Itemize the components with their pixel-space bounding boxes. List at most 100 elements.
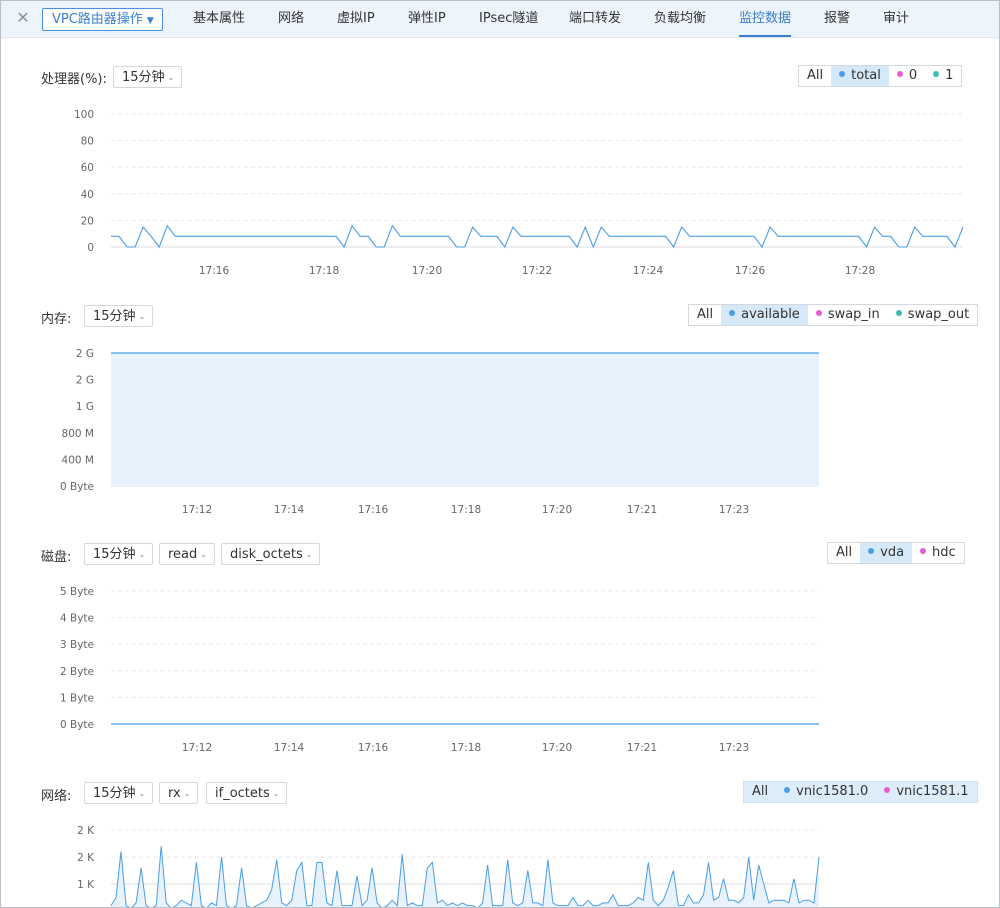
legend-item-vnic1581-1[interactable]: vnic1581.1	[876, 782, 976, 802]
disk-metric-select[interactable]: disk_octets ⌄	[221, 543, 321, 565]
tab-ipsec-tunnel[interactable]: IPsec隧道	[479, 1, 538, 37]
select-value: 15分钟	[93, 309, 136, 324]
legend-item-0[interactable]: 0	[889, 66, 925, 86]
legend-label: 1	[945, 68, 954, 83]
network-chart: 1 K 2 K 2 K	[77, 825, 820, 907]
cpu-x-tick-label: 17:18	[309, 265, 339, 277]
legend-label: vnic1581.0	[796, 784, 869, 799]
legend-dot-icon	[933, 71, 940, 77]
chevron-down-icon: ⌄	[167, 73, 175, 82]
memory-y-tick-label: 1 G	[76, 401, 94, 413]
cpu-x-tick-label: 17:22	[522, 265, 552, 277]
memory-x-tick-label: 17:20	[542, 504, 572, 516]
legend-label: vda	[880, 545, 905, 560]
chevron-down-icon: ▼	[146, 16, 154, 26]
disk-y-tick-label: 0 Byte	[60, 719, 94, 731]
cpu-y-tick-label: 0	[87, 242, 94, 254]
disk-x-tick-label: 17:23	[719, 742, 749, 754]
disk-x-tick-label: 17:18	[451, 742, 481, 754]
disk-y-tick-label: 1 Byte	[60, 692, 94, 704]
close-icon[interactable]: ✕	[15, 10, 31, 26]
chevron-down-icon: ⌄	[138, 312, 146, 321]
cpu-x-tick-label: 17:20	[412, 265, 442, 277]
memory-timerange-select[interactable]: 15分钟 ⌄	[84, 305, 154, 327]
disk-y-tick-label: 2 Byte	[60, 666, 94, 678]
disk-x-tick-label: 17:20	[542, 742, 572, 754]
legend-item-vnic1581-0[interactable]: vnic1581.0	[776, 782, 876, 802]
cpu-x-tick-label: 17:16	[199, 265, 230, 277]
tab-label: 报警	[824, 11, 851, 26]
memory-x-tick-label: 17:14	[274, 504, 305, 516]
disk-x-tick-label: 17:21	[627, 742, 657, 754]
legend-label: All	[752, 784, 769, 799]
cpu-x-tick-label: 17:28	[845, 265, 875, 277]
disk-direction-select[interactable]: read ⌄	[159, 543, 215, 565]
legend-label: All	[836, 545, 853, 560]
tab-virtual-ip[interactable]: 虚拟IP	[337, 1, 375, 37]
cpu-legend: All total 0 1	[798, 65, 963, 87]
network-legend: All vnic1581.0 vnic1581.1	[743, 781, 978, 803]
chevron-down-icon: ⌄	[183, 789, 191, 798]
legend-item-1[interactable]: 1	[925, 66, 961, 86]
select-value: rx	[168, 786, 181, 801]
tab-elastic-ip[interactable]: 弹性IP	[408, 1, 446, 37]
network-section-label: 网络:	[41, 789, 72, 804]
legend-dot-icon	[868, 548, 875, 554]
tab-audit[interactable]: 审计	[883, 1, 909, 37]
chevron-down-icon: ⌄	[138, 789, 146, 798]
select-value: disk_octets	[230, 547, 303, 562]
select-value: read	[168, 547, 198, 562]
legend-item-all[interactable]: All	[689, 305, 721, 325]
vpc-router-ops-button[interactable]: VPC路由器操作 ▼	[42, 8, 163, 31]
tab-port-forwarding[interactable]: 端口转发	[569, 1, 621, 37]
disk-legend: All vda hdc	[827, 542, 965, 564]
legend-item-all[interactable]: All	[744, 782, 776, 802]
legend-label: hdc	[932, 545, 956, 560]
tab-load-balancing[interactable]: 负载均衡	[654, 1, 706, 37]
legend-item-available[interactable]: available	[721, 305, 808, 325]
legend-label: All	[697, 307, 714, 322]
memory-y-tick-label: 800 M	[62, 428, 94, 440]
disk-y-tick-label: 5 Byte	[60, 586, 94, 598]
cpu-y-tick-label: 40	[81, 189, 94, 201]
tab-label: 弹性IP	[408, 11, 446, 26]
tab-label: IPsec隧道	[479, 11, 539, 26]
cpu-x-tick-label: 17:26	[735, 265, 766, 277]
legend-label: total	[851, 68, 881, 83]
network-y-tick-label: 1 K	[77, 879, 95, 891]
legend-dot-icon	[784, 787, 791, 793]
legend-item-all[interactable]: All	[799, 66, 831, 86]
legend-item-all[interactable]: All	[828, 543, 860, 563]
legend-dot-icon	[920, 548, 927, 554]
legend-item-vda[interactable]: vda	[860, 543, 913, 563]
legend-item-hdc[interactable]: hdc	[912, 543, 964, 563]
tab-monitoring-data[interactable]: 监控数据	[739, 1, 792, 37]
network-y-tick-label: 2 K	[77, 825, 95, 837]
memory-x-tick-label: 17:23	[719, 504, 749, 516]
network-timerange-select[interactable]: 15分钟 ⌄	[84, 782, 154, 804]
legend-label: swap_in	[827, 307, 880, 322]
disk-x-tick-label: 17:12	[182, 742, 212, 754]
tab-basic-properties[interactable]: 基本属性	[193, 1, 245, 37]
chevron-down-icon: ⌄	[272, 789, 280, 798]
disk-x-tick-label: 17:16	[358, 742, 389, 754]
legend-item-swap-in[interactable]: swap_in	[808, 305, 888, 325]
network-metric-select[interactable]: if_octets ⌄	[206, 782, 288, 804]
legend-item-total[interactable]: total	[831, 66, 889, 86]
select-value: if_octets	[215, 786, 270, 801]
tab-label: 监控数据	[739, 11, 792, 26]
tab-label: 基本属性	[193, 11, 246, 26]
cpu-timerange-select[interactable]: 15分钟 ⌄	[113, 66, 183, 88]
cpu-chart: 0 20 40 60 80 100 17:16 17:18 17:20 17:22 17:24 17:…	[74, 109, 964, 277]
tab-alarm[interactable]: 报警	[824, 1, 850, 37]
network-direction-select[interactable]: rx ⌄	[159, 782, 199, 804]
disk-timerange-select[interactable]: 15分钟 ⌄	[84, 543, 154, 565]
legend-label: All	[807, 68, 824, 83]
tab-network[interactable]: 网络	[278, 1, 304, 37]
legend-label: vnic1581.1	[896, 784, 969, 799]
disk-y-tick-label: 4 Byte	[60, 613, 94, 625]
disk-x-tick-label: 17:14	[274, 742, 305, 754]
cpu-total-series-line	[111, 224, 964, 249]
memory-x-tick-label: 17:18	[451, 504, 481, 516]
legend-item-swap-out[interactable]: swap_out	[888, 305, 977, 325]
